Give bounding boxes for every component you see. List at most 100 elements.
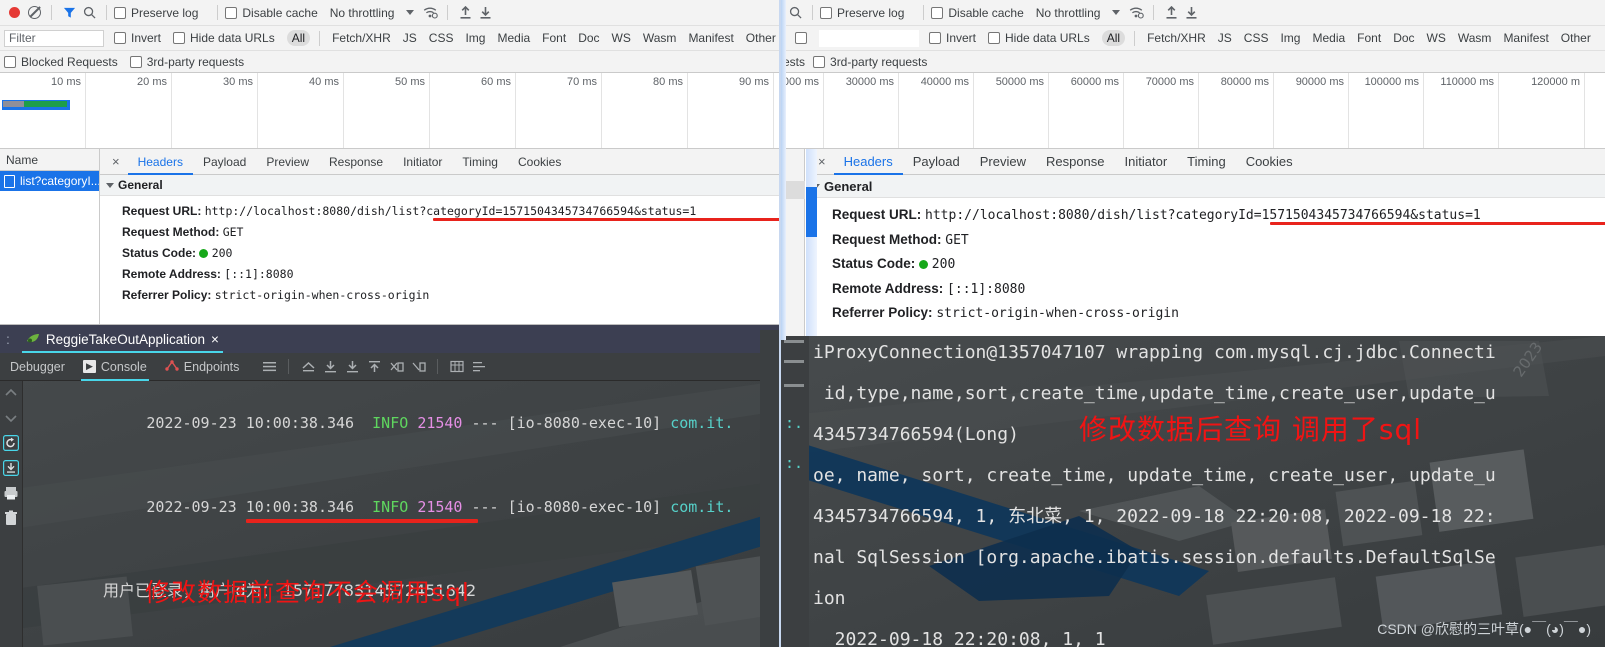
table-view-icon[interactable]: [447, 357, 467, 377]
clear-ban-icon[interactable]: [24, 3, 44, 23]
throttling-select[interactable]: No throttling: [330, 6, 395, 20]
ide-subtab-debugger[interactable]: Debugger: [2, 353, 73, 381]
tab-timing[interactable]: Timing: [1177, 149, 1236, 175]
type-filter-manifest[interactable]: Manifest: [1498, 30, 1553, 46]
scroll-down-chevron-icon[interactable]: [3, 410, 19, 426]
disable-cache-checkbox[interactable]: Disable cache: [931, 6, 1024, 20]
log-level: INFO: [372, 498, 409, 516]
export-har-icon[interactable]: [475, 3, 495, 23]
third-party-checkbox[interactable]: 3rd-party requests: [129, 55, 244, 69]
ide-subtab-endpoints[interactable]: Endpoints: [157, 353, 248, 381]
tab-timing[interactable]: Timing: [452, 149, 508, 175]
disable-cache-checkbox[interactable]: Disable cache: [225, 6, 318, 20]
soft-wrap-icon[interactable]: [259, 357, 279, 377]
column-header-name[interactable]: Name: [0, 149, 99, 171]
type-filter-all[interactable]: All: [286, 30, 311, 46]
preserve-log-checkbox[interactable]: Preserve log: [114, 6, 198, 20]
close-icon[interactable]: ×: [211, 332, 219, 347]
tab-response[interactable]: Response: [1036, 149, 1115, 175]
tab-headers[interactable]: Headers: [128, 149, 193, 175]
chevron-down-icon[interactable]: [400, 3, 420, 23]
move-out-icon[interactable]: [386, 357, 406, 377]
chevron-down-icon[interactable]: [1106, 3, 1126, 23]
ide-tab-application[interactable]: ReggieTakeOutApplication ×: [18, 325, 227, 353]
type-filter-doc[interactable]: Doc: [1388, 30, 1419, 46]
scroll-down-icon[interactable]: [320, 357, 340, 377]
type-filter-js[interactable]: JS: [398, 30, 422, 46]
scrollbar-thumb[interactable]: [806, 187, 817, 237]
type-filter-media[interactable]: Media: [492, 30, 535, 46]
hide-data-urls-checkbox[interactable]: Hide data URLs: [173, 31, 275, 45]
ide-console-output-right[interactable]: iProxyConnection@1357047107 wrapping com…: [813, 336, 1605, 647]
print-icon[interactable]: [3, 485, 19, 501]
scroll-up-icon[interactable]: [364, 357, 384, 377]
scroll-up-chevron-icon[interactable]: [3, 385, 19, 401]
type-filter-css[interactable]: CSS: [1239, 30, 1274, 46]
save-console-icon[interactable]: [3, 460, 19, 476]
scroll-down-2-icon[interactable]: [342, 357, 362, 377]
type-filter-ws[interactable]: WS: [607, 30, 636, 46]
record-dot-icon[interactable]: [4, 3, 24, 23]
invert-checkbox[interactable]: Invert: [929, 31, 976, 45]
tab-initiator[interactable]: Initiator: [393, 149, 452, 175]
type-filter-fetchxhr[interactable]: Fetch/XHR: [1142, 30, 1211, 46]
type-filter-img[interactable]: Img: [1275, 30, 1305, 46]
section-header-general[interactable]: General: [100, 175, 779, 196]
throttling-select[interactable]: No throttling: [1036, 6, 1101, 20]
type-filter-wasm[interactable]: Wasm: [638, 30, 682, 46]
filter-left-checkbox[interactable]: [795, 32, 807, 44]
network-conditions-icon[interactable]: [1126, 3, 1146, 23]
type-filter-js[interactable]: JS: [1213, 30, 1237, 46]
type-filter-manifest[interactable]: Manifest: [683, 30, 738, 46]
type-filter-font[interactable]: Font: [537, 30, 571, 46]
third-party-checkbox[interactable]: 3rd-party requests: [813, 55, 927, 69]
tab-preview[interactable]: Preview: [256, 149, 319, 175]
invert-checkbox[interactable]: Invert: [114, 31, 161, 45]
type-filter-img[interactable]: Img: [460, 30, 490, 46]
search-magnifier-icon[interactable]: [79, 3, 99, 23]
section-header-general[interactable]: General: [806, 175, 1605, 198]
type-filter-doc[interactable]: Doc: [573, 30, 604, 46]
network-conditions-icon[interactable]: [420, 3, 440, 23]
filter-input[interactable]: Filter: [4, 29, 104, 47]
tab-response[interactable]: Response: [319, 149, 393, 175]
import-har-icon[interactable]: [455, 3, 475, 23]
tab-payload[interactable]: Payload: [903, 149, 970, 175]
export-har-icon[interactable]: [1181, 3, 1201, 23]
type-filter-media[interactable]: Media: [1307, 30, 1350, 46]
tab-cookies[interactable]: Cookies: [508, 149, 571, 175]
ide-menu-icon[interactable]: :: [4, 331, 12, 347]
tab-initiator[interactable]: Initiator: [1115, 149, 1178, 175]
type-filter-all[interactable]: All: [1101, 30, 1126, 46]
type-filter-ws[interactable]: WS: [1422, 30, 1451, 46]
tab-cookies[interactable]: Cookies: [1236, 149, 1303, 175]
watermark: CSDN @欣慰的三叶草(●￣(◕)￣●): [1377, 621, 1591, 637]
type-filter-fetchxhr[interactable]: Fetch/XHR: [327, 30, 396, 46]
tab-headers[interactable]: Headers: [834, 149, 903, 175]
type-filter-other[interactable]: Other: [1556, 30, 1596, 46]
trash-icon[interactable]: [3, 510, 19, 526]
network-overview-right[interactable]: 000 ms 30000 ms 40000 ms 50000 ms 60000 …: [779, 73, 1605, 149]
rerun-icon[interactable]: [3, 435, 19, 451]
table-row[interactable]: list?categoryI...: [0, 171, 99, 191]
close-icon[interactable]: ×: [104, 154, 128, 169]
ide-subtab-console[interactable]: ▶ Console: [75, 353, 155, 381]
type-filter-wasm[interactable]: Wasm: [1453, 30, 1497, 46]
tab-preview[interactable]: Preview: [970, 149, 1036, 175]
preserve-log-checkbox[interactable]: Preserve log: [820, 6, 904, 20]
import-har-icon[interactable]: [1161, 3, 1181, 23]
network-overview-left[interactable]: 10 ms 20 ms 30 ms 40 ms 50 ms 60 ms 70 m…: [0, 73, 779, 149]
tab-payload[interactable]: Payload: [193, 149, 256, 175]
move-in-icon[interactable]: [408, 357, 428, 377]
hide-data-urls-checkbox[interactable]: Hide data URLs: [988, 31, 1090, 45]
type-filter-font[interactable]: Font: [1352, 30, 1386, 46]
search-magnifier-icon[interactable]: [785, 3, 805, 23]
type-filter-css[interactable]: CSS: [424, 30, 459, 46]
filter-input[interactable]: [819, 29, 919, 47]
type-filter-other[interactable]: Other: [741, 30, 779, 46]
blocked-requests-checkbox[interactable]: Blocked Requests: [4, 55, 118, 69]
settings-list-icon[interactable]: [469, 357, 489, 377]
scroll-to-top-icon[interactable]: [298, 357, 318, 377]
vertical-scrollbar[interactable]: [806, 149, 817, 336]
filter-funnel-icon[interactable]: [59, 3, 79, 23]
